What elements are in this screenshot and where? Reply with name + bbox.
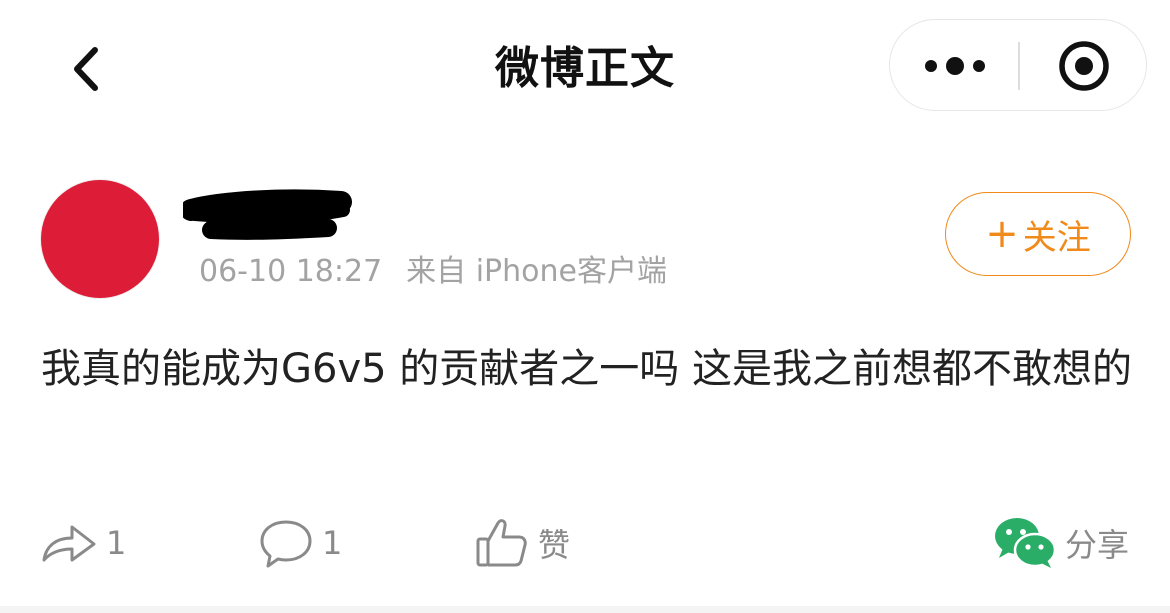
repost-count: 1 <box>106 524 127 562</box>
top-navbar: 微博正文 <box>0 0 1170 135</box>
comment-count: 1 <box>322 524 343 562</box>
plus-icon: + <box>985 211 1019 257</box>
follow-button[interactable]: + 关注 <box>945 192 1131 276</box>
repost-button[interactable]: 1 <box>40 512 126 574</box>
avatar[interactable] <box>41 180 159 298</box>
share-label: 分享 <box>1065 526 1130 564</box>
post-body: 我真的能成为G6v5 的贡献者之一吗 这是我之前想都不敢想的 <box>41 346 1132 392</box>
follow-label: 关注 <box>1022 217 1091 258</box>
repost-arrow-icon <box>42 525 96 562</box>
more-dots-icon <box>924 57 985 75</box>
close-mini-program-button[interactable] <box>1020 20 1148 112</box>
comment-button[interactable]: 1 <box>258 512 342 574</box>
like-label: 赞 <box>538 526 571 564</box>
share-button[interactable]: 分享 <box>993 512 1129 574</box>
username-redaction-scribble <box>183 189 352 240</box>
target-circle-icon <box>1059 41 1109 91</box>
section-divider <box>0 606 1170 613</box>
post-source: 来自 iPhone客户端 <box>406 254 667 289</box>
comment-bubble-icon <box>260 520 312 568</box>
post-meta: 06-10 18:27 来自 iPhone客户端 <box>199 252 667 292</box>
wechat-icon <box>995 518 1057 568</box>
thumbs-up-icon <box>476 519 527 567</box>
like-button[interactable]: 赞 <box>474 512 570 574</box>
post-time: 06-10 18:27 <box>199 254 383 289</box>
more-button[interactable] <box>890 20 1019 112</box>
mini-program-capsule <box>889 19 1147 111</box>
